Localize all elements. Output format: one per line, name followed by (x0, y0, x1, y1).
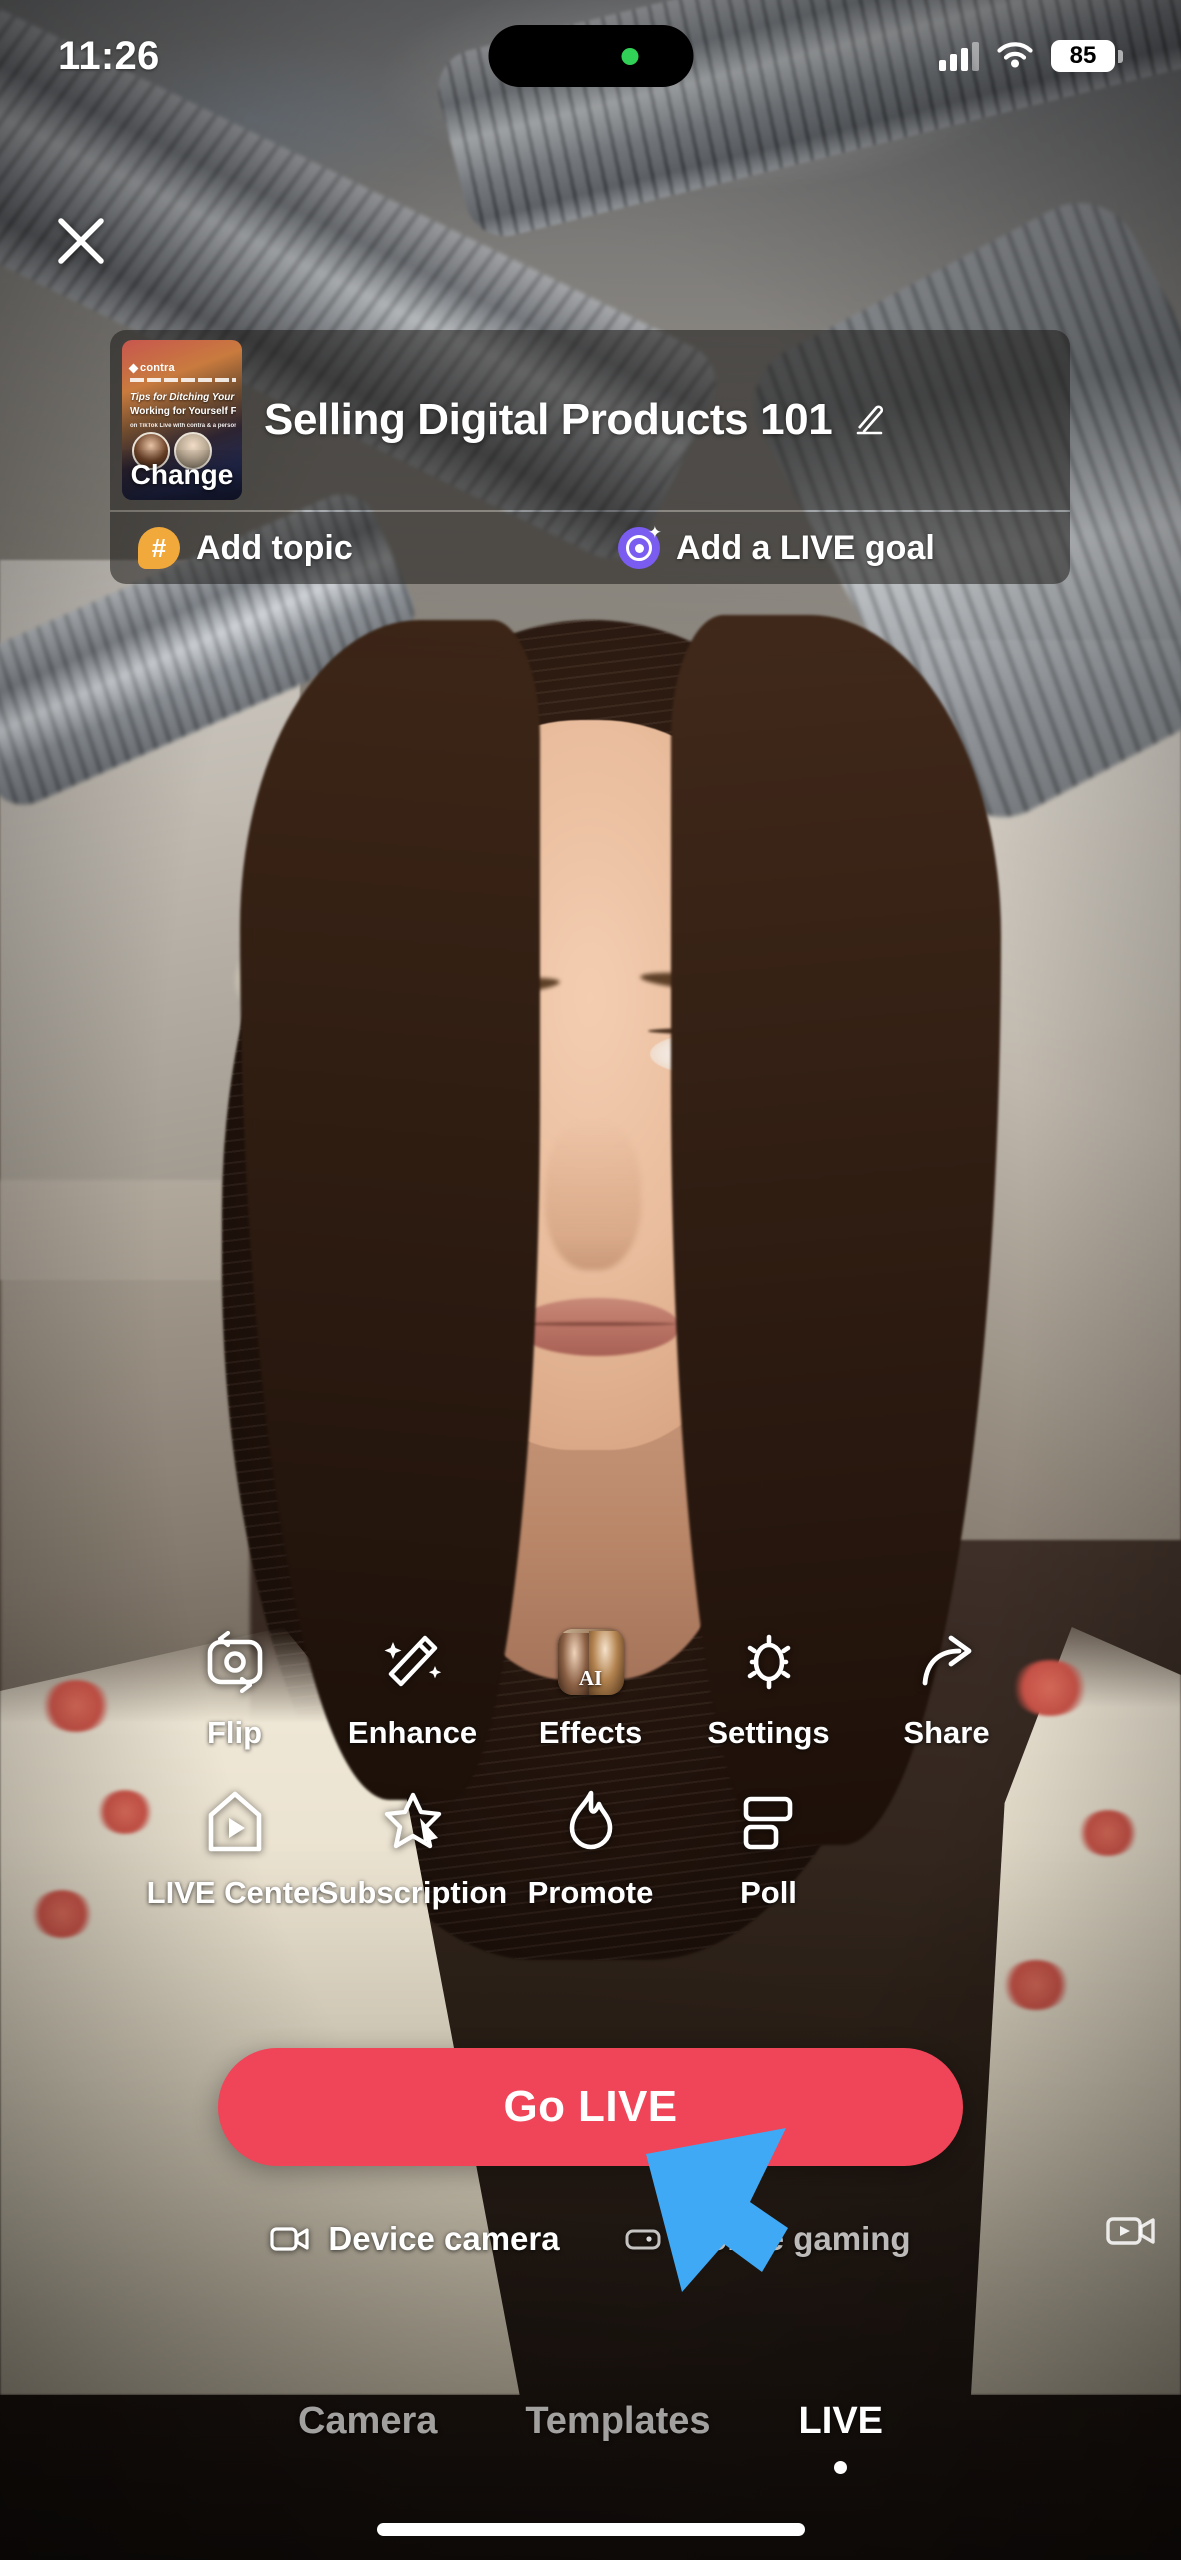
live-setup-screen: 11:26 85 contra Tips for Ditching Your W… (0, 0, 1181, 2560)
go-live-button[interactable]: Go LIVE (218, 2048, 963, 2166)
live-center-button[interactable]: LIVE Center (146, 1785, 324, 1911)
device-camera-label: Device camera (328, 2220, 560, 2257)
target-goal-icon: ✦ (618, 523, 662, 569)
thumbnail-headline-2: Working for Yourself Full Time (130, 406, 236, 417)
flip-camera-button[interactable]: Flip (146, 1625, 324, 1751)
tab-indicator (361, 2461, 374, 2474)
device-camera-option[interactable]: Device camera (270, 2220, 560, 2258)
page-title: Selling Digital Products 101 (264, 395, 833, 444)
video-play-icon (1106, 2217, 1155, 2245)
add-topic-chip[interactable]: # Add topic (110, 512, 590, 584)
mobile-gaming-label: Mobile gaming (679, 2220, 911, 2257)
magic-wand-icon (384, 1635, 441, 1687)
tab-camera-label: Camera (297, 2400, 438, 2442)
share-label: Share (903, 1715, 990, 1750)
change-thumbnail-label[interactable]: Change (122, 450, 242, 500)
pencil-edit-icon (856, 404, 884, 434)
thumbnail-brand: contra (128, 362, 175, 374)
gamepad-icon (625, 2229, 661, 2250)
live-center-label: LIVE Center (146, 1875, 323, 1910)
add-live-goal-chip[interactable]: ✦ Add a LIVE goal (590, 512, 1070, 584)
thumbnail-footer: on TikTok Live with contra & a person an… (130, 423, 236, 429)
hashtag-bubble-icon: # (138, 527, 180, 569)
tab-templates[interactable]: Templates (481, 2400, 754, 2474)
live-center-house-icon (208, 1791, 261, 1852)
close-icon (58, 218, 104, 264)
settings-button[interactable]: Settings (680, 1625, 858, 1751)
share-button[interactable]: Share (858, 1625, 1036, 1751)
subscription-star-icon (384, 1792, 441, 1849)
effects-ai-badge: AI (578, 1666, 603, 1690)
video-camera-icon (270, 2227, 310, 2251)
green-privacy-dot-icon (621, 47, 638, 65)
close-button[interactable] (45, 205, 117, 277)
mode-tabs: Camera Templates LIVE (0, 2400, 1181, 2520)
tab-camera[interactable]: Camera (254, 2400, 481, 2474)
thumbnail-headline-1: Tips for Ditching Your 9-5 and (130, 392, 236, 403)
wifi-icon (997, 42, 1033, 68)
add-topic-label: Add topic (196, 528, 353, 567)
dynamic-island (488, 25, 693, 87)
stream-meta-chips: # Add topic ✦ Add a LIVE goal (110, 512, 1070, 584)
poll-button[interactable]: Poll (680, 1785, 858, 1911)
battery-level: 85 (1069, 42, 1097, 69)
gear-icon (747, 1634, 790, 1690)
enhance-button[interactable]: Enhance (324, 1625, 502, 1751)
tab-live-label: LIVE (798, 2400, 884, 2442)
effects-thumbnail-icon: AI (557, 1629, 624, 1695)
promote-flame-icon (569, 1790, 612, 1850)
tab-templates-label: Templates (525, 2400, 711, 2442)
add-live-goal-label: Add a LIVE goal (676, 528, 935, 567)
tab-live[interactable]: LIVE (755, 2400, 927, 2474)
settings-label: Settings (707, 1715, 830, 1750)
stream-thumbnail[interactable]: contra Tips for Ditching Your 9-5 and Wo… (122, 340, 242, 500)
enhance-label: Enhance (347, 1715, 478, 1750)
thumbnail-divider (130, 378, 236, 382)
stream-source-selector: Device camera Mobile gaming (0, 2210, 1181, 2268)
stream-title-card: contra Tips for Ditching Your 9-5 and Wo… (110, 330, 1070, 510)
battery-icon: 85 (1051, 40, 1123, 72)
poll-bars-icon (743, 1796, 792, 1850)
subscription-button[interactable]: Subscription (318, 1785, 507, 1911)
promote-label: Promote (527, 1875, 654, 1910)
poll-label: Poll (740, 1875, 797, 1910)
tab-indicator (611, 2461, 624, 2474)
flip-label: Flip (206, 1715, 263, 1750)
video-play-button[interactable] (1105, 2212, 1157, 2255)
subscription-label: Subscription (317, 1875, 508, 1910)
edit-title-button[interactable] (850, 399, 888, 442)
tab-indicator-active (834, 2461, 848, 2474)
home-indicator (376, 2523, 805, 2536)
status-bar-time: 11:26 (58, 33, 160, 78)
cellular-bars-icon (939, 41, 979, 71)
flip-camera-icon (207, 1631, 262, 1693)
effects-label: Effects (538, 1715, 643, 1750)
promote-button[interactable]: Promote (502, 1785, 680, 1911)
mobile-gaming-option[interactable]: Mobile gaming (624, 2220, 911, 2258)
share-arrow-icon (922, 1635, 971, 1686)
live-tools-grid: Flip Enhance AI Effects Settings Share L… (0, 1625, 1181, 1911)
effects-button[interactable]: AI Effects (502, 1625, 680, 1751)
